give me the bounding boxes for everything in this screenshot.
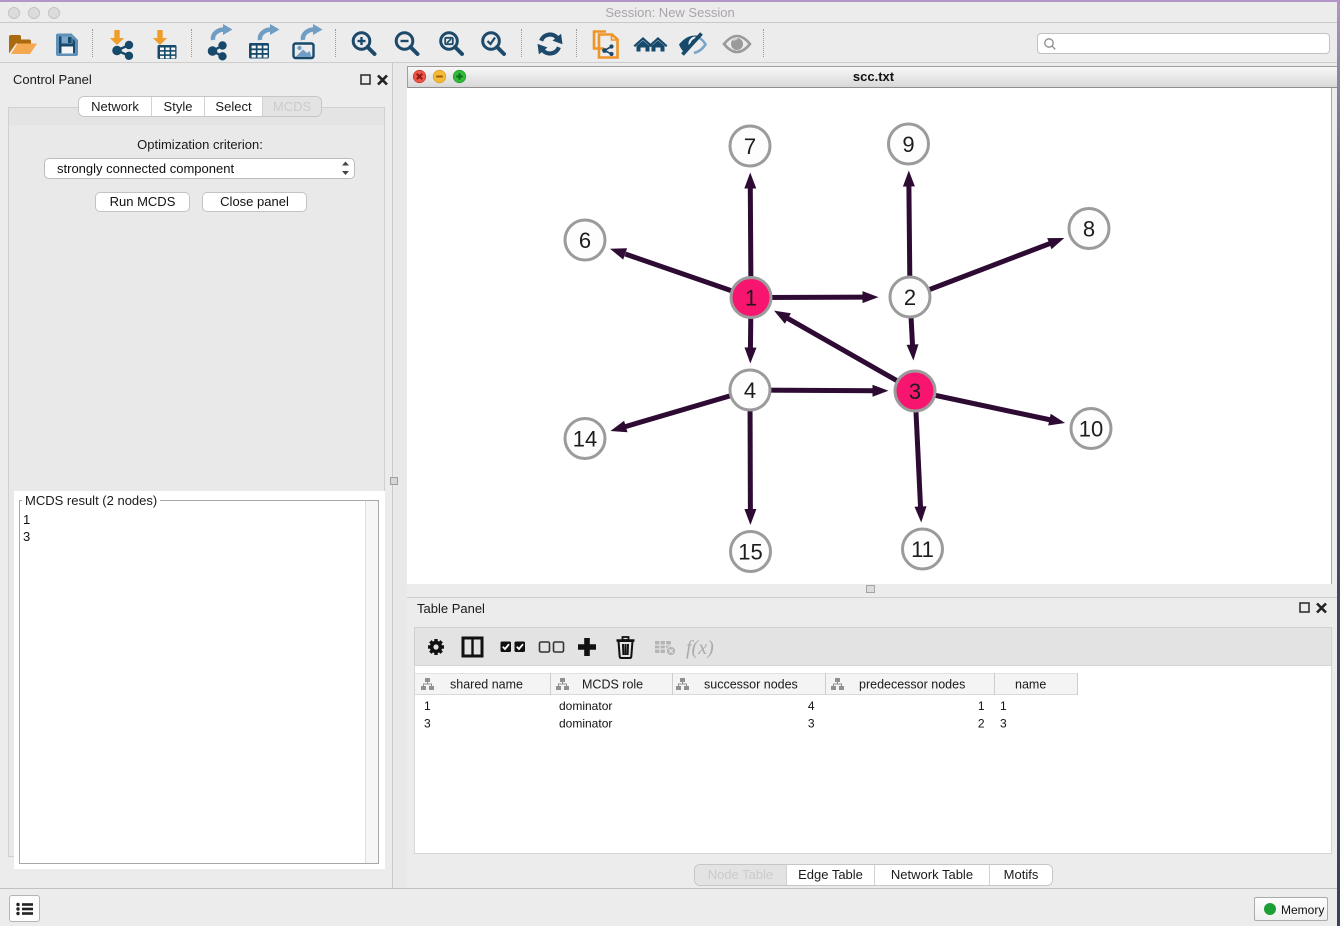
svg-text:2: 2: [978, 717, 985, 731]
svg-text:4: 4: [744, 378, 756, 403]
svg-text:3: 3: [1000, 717, 1007, 731]
svg-text:14: 14: [573, 427, 597, 452]
svg-text:dominator: dominator: [559, 717, 612, 731]
svg-text:MCDS role: MCDS role: [582, 678, 643, 692]
svg-text:4: 4: [808, 699, 815, 713]
svg-text:dominator: dominator: [559, 699, 612, 713]
svg-text:6: 6: [579, 228, 591, 253]
svg-text:name: name: [1015, 678, 1046, 692]
svg-text:15: 15: [738, 540, 762, 565]
svg-text:8: 8: [1083, 217, 1095, 242]
svg-text:2: 2: [904, 285, 916, 310]
svg-text:f(x): f(x): [686, 637, 714, 659]
svg-text:predecessor nodes: predecessor nodes: [859, 678, 965, 692]
svg-text:9: 9: [902, 132, 914, 157]
svg-text:1: 1: [424, 699, 431, 713]
svg-text:1: 1: [745, 286, 757, 311]
svg-text:1: 1: [978, 699, 985, 713]
svg-text:3: 3: [808, 717, 815, 731]
svg-text:successor nodes: successor nodes: [704, 678, 798, 692]
svg-text:10: 10: [1079, 417, 1103, 442]
svg-text:11: 11: [911, 537, 934, 562]
svg-text:shared name: shared name: [450, 678, 523, 692]
svg-text:3: 3: [424, 717, 431, 731]
svg-text:7: 7: [744, 134, 756, 159]
svg-text:3: 3: [909, 379, 921, 404]
svg-text:1: 1: [1000, 699, 1007, 713]
